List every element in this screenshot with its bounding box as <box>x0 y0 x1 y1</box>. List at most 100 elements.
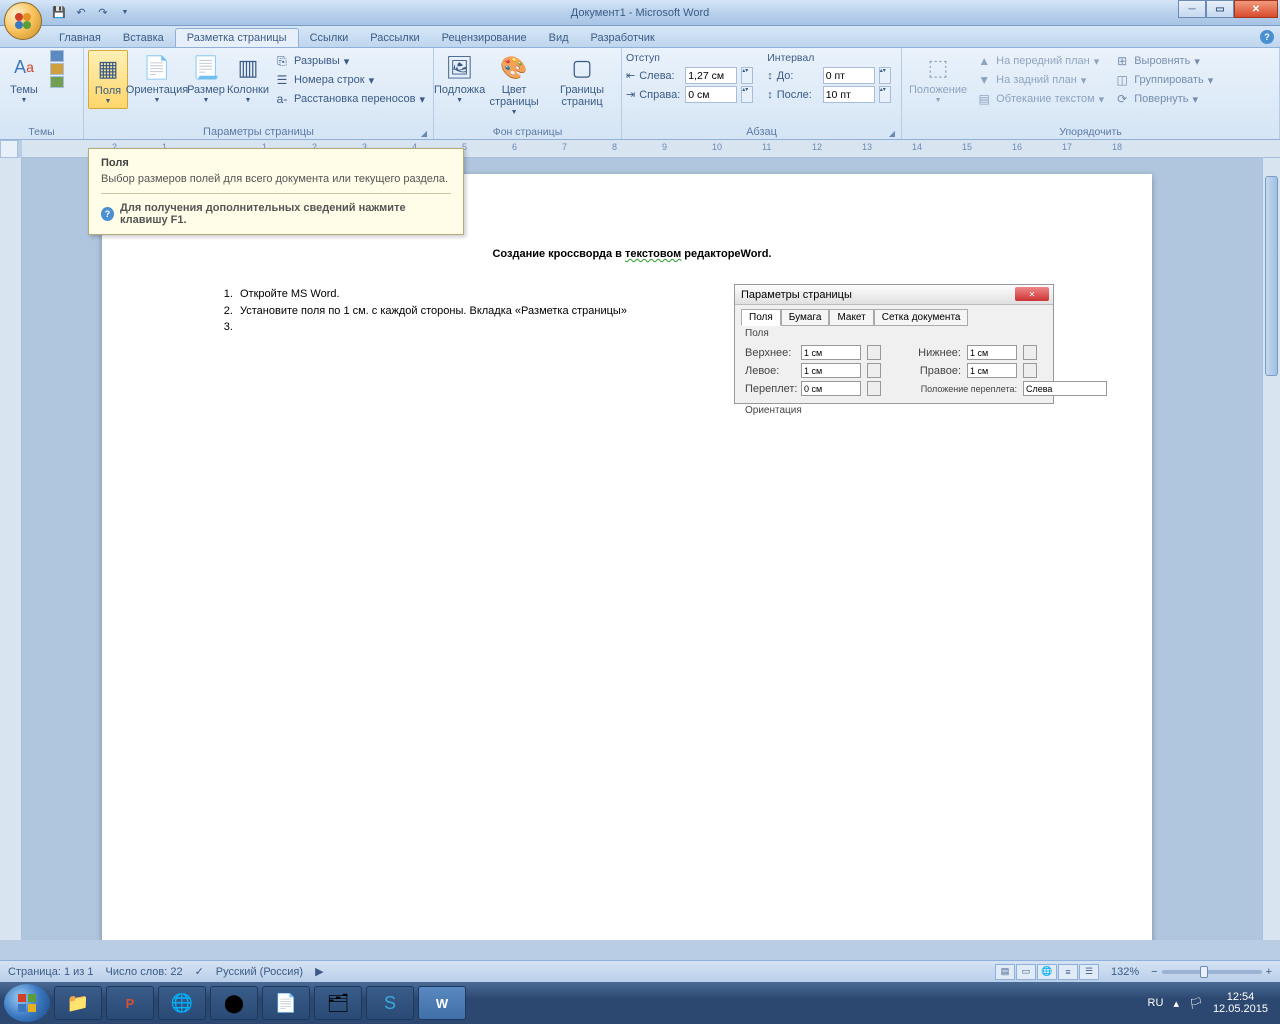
taskbar-app[interactable]: ⬤ <box>210 986 258 1020</box>
themes-button[interactable]: Aa Темы▼ <box>4 50 44 107</box>
spacing-before-icon: ↕ <box>767 70 773 82</box>
tab-view[interactable]: Вид <box>538 29 580 47</box>
view-draft[interactable]: ☰ <box>1079 964 1099 980</box>
tab-developer[interactable]: Разработчик <box>580 29 666 47</box>
spacing-heading: Интервал <box>767 52 891 66</box>
watermark-icon: 🖼 <box>444 52 476 84</box>
maximize-button[interactable]: ▭ <box>1206 0 1234 18</box>
indent-right-icon: ⇥ <box>626 88 635 101</box>
spinner[interactable]: ▴▾ <box>879 67 891 84</box>
theme-colors-button[interactable] <box>50 50 64 88</box>
close-button[interactable]: ✕ <box>1234 0 1278 18</box>
spacing-before-input[interactable] <box>823 67 875 84</box>
watermark-button[interactable]: 🖼Подложка▼ <box>438 50 481 107</box>
taskbar-folder[interactable]: 🗂 <box>314 986 362 1020</box>
bring-front-button[interactable]: ▲На передний план ▾ <box>972 52 1108 70</box>
size-button[interactable]: 📃 Размер▼ <box>186 50 226 107</box>
align-button[interactable]: ⊞Выровнять ▾ <box>1110 52 1217 70</box>
tab-page-layout[interactable]: Разметка страницы <box>175 28 299 47</box>
spellcheck-icon[interactable]: ✓ <box>195 965 204 978</box>
view-print-layout[interactable]: ▤ <box>995 964 1015 980</box>
text-wrap-button[interactable]: ▤Обтекание текстом ▾ <box>972 90 1108 108</box>
page-color-button[interactable]: 🎨Цвет страницы▼ <box>483 50 545 119</box>
line-numbers-icon: ☰ <box>274 72 290 88</box>
minimize-button[interactable]: ─ <box>1178 0 1206 18</box>
bring-front-icon: ▲ <box>976 53 992 69</box>
indent-right-input[interactable] <box>685 86 737 103</box>
view-web-layout[interactable]: 🌐 <box>1037 964 1057 980</box>
zoom-in-button[interactable]: + <box>1266 966 1272 978</box>
hyphenation-icon: a- <box>274 91 290 107</box>
tab-references[interactable]: Ссылки <box>299 29 360 47</box>
tab-insert[interactable]: Вставка <box>112 29 175 47</box>
indent-heading: Отступ <box>626 52 753 66</box>
spacing-after-icon: ↕ <box>767 89 773 101</box>
zoom-out-button[interactable]: − <box>1151 966 1157 978</box>
system-tray: RU ▴ 🏳 12:5412.05.2015 <box>1148 991 1276 1015</box>
size-icon: 📃 <box>190 52 222 84</box>
paragraph-dialog-launcher[interactable]: ◢ <box>889 129 895 138</box>
taskbar-app[interactable]: 📄 <box>262 986 310 1020</box>
spinner[interactable]: ▴▾ <box>741 67 753 84</box>
ruler-vertical[interactable] <box>0 158 22 940</box>
office-button[interactable] <box>4 2 42 40</box>
zoom-slider[interactable] <box>1162 970 1262 974</box>
rotate-icon: ⟳ <box>1114 91 1130 107</box>
view-outline[interactable]: ≡ <box>1058 964 1078 980</box>
group-button[interactable]: ◫Группировать ▾ <box>1110 71 1217 89</box>
tooltip: Поля Выбор размеров полей для всего доку… <box>88 148 464 235</box>
indent-left-input[interactable] <box>685 67 737 84</box>
tray-lang[interactable]: RU <box>1148 997 1164 1009</box>
status-page[interactable]: Страница: 1 из 1 <box>8 966 94 978</box>
spacing-after-input[interactable] <box>823 86 875 103</box>
line-numbers-button[interactable]: ☰Номера строк ▾ <box>270 71 429 89</box>
page[interactable]: Создание кроссворда в текстовом редактор… <box>102 174 1152 940</box>
window-titlebar: 💾 ↶ ↷ ▼ Документ1 - Microsoft Word ─ ▭ ✕ <box>0 0 1280 26</box>
tray-clock[interactable]: 12:5412.05.2015 <box>1213 991 1268 1015</box>
scrollbar-vertical[interactable] <box>1262 158 1280 940</box>
orientation-button[interactable]: 📄 Ориентация▼ <box>130 50 184 107</box>
embedded-tab: Бумага <box>781 309 830 326</box>
send-back-button[interactable]: ▼На задний план ▾ <box>972 71 1108 89</box>
taskbar-chrome[interactable]: 🌐 <box>158 986 206 1020</box>
taskbar-powerpoint[interactable]: P <box>106 986 154 1020</box>
tab-mailings[interactable]: Рассылки <box>359 29 430 47</box>
hyphenation-button[interactable]: a-Расстановка переносов ▾ <box>270 90 429 108</box>
tray-flag-icon[interactable]: 🏳 <box>1189 997 1203 1010</box>
tab-selector[interactable] <box>0 140 18 158</box>
group-icon: ◫ <box>1114 72 1130 88</box>
rotate-button[interactable]: ⟳Повернуть ▾ <box>1110 90 1217 108</box>
taskbar: 📁 P 🌐 ⬤ 📄 🗂 S W RU ▴ 🏳 12:5412.05.2015 <box>0 982 1280 1024</box>
tab-review[interactable]: Рецензирование <box>431 29 538 47</box>
breaks-button[interactable]: ⎘Разрывы ▾ <box>270 52 429 70</box>
start-button[interactable] <box>4 984 50 1022</box>
spinner[interactable]: ▴▾ <box>879 86 891 103</box>
help-icon[interactable]: ? <box>1260 30 1274 44</box>
tray-chevron-icon[interactable]: ▴ <box>1173 997 1179 1010</box>
scrollbar-thumb[interactable] <box>1265 176 1278 376</box>
undo-icon[interactable]: ↶ <box>72 4 90 22</box>
columns-button[interactable]: ▥ Колонки▼ <box>228 50 268 107</box>
status-words[interactable]: Число слов: 22 <box>106 966 183 978</box>
breaks-icon: ⎘ <box>274 53 290 69</box>
spinner[interactable]: ▴▾ <box>741 86 753 103</box>
status-language[interactable]: Русский (Россия) <box>216 966 303 978</box>
ribbon: Aa Темы▼ Темы ▦ Поля▼ 📄 Ориентация▼ 📃 Ра… <box>0 48 1280 140</box>
group-label-themes: Темы <box>4 125 79 139</box>
macro-icon[interactable]: ▶ <box>315 965 323 978</box>
qat-dropdown-icon[interactable]: ▼ <box>116 4 134 22</box>
taskbar-word[interactable]: W <box>418 986 466 1020</box>
statusbar: Страница: 1 из 1 Число слов: 22 ✓ Русски… <box>0 960 1280 982</box>
page-borders-button[interactable]: ▢Границы страниц <box>547 50 617 110</box>
page-setup-dialog-launcher[interactable]: ◢ <box>421 129 427 138</box>
view-full-screen[interactable]: ▭ <box>1016 964 1036 980</box>
zoom-level[interactable]: 132% <box>1111 966 1139 978</box>
tab-home[interactable]: Главная <box>48 29 112 47</box>
taskbar-explorer[interactable]: 📁 <box>54 986 102 1020</box>
taskbar-skype[interactable]: S <box>366 986 414 1020</box>
redo-icon[interactable]: ↷ <box>94 4 112 22</box>
margins-button[interactable]: ▦ Поля▼ <box>88 50 128 109</box>
save-icon[interactable]: 💾 <box>50 4 68 22</box>
position-button[interactable]: ⬚Положение▼ <box>906 50 970 107</box>
tooltip-body: Выбор размеров полей для всего документа… <box>101 173 451 194</box>
